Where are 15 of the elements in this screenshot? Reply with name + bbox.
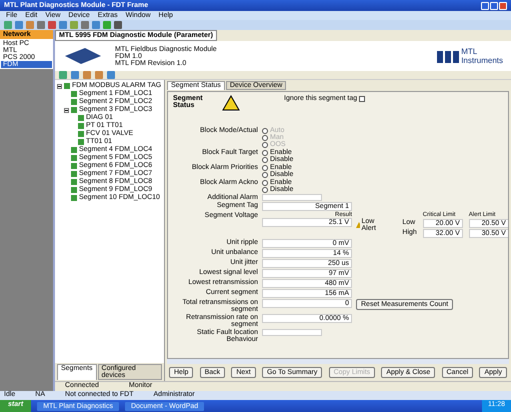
input-field[interactable]	[262, 329, 322, 336]
input-field[interactable]	[262, 194, 322, 201]
brand-text: Instruments	[461, 56, 503, 65]
maximize-icon[interactable]	[490, 2, 498, 10]
checkbox[interactable]	[359, 96, 366, 102]
minus-icon[interactable]	[57, 84, 62, 88]
minus-icon[interactable]	[64, 108, 69, 112]
scrollbar[interactable]	[167, 359, 509, 364]
close-icon[interactable]	[499, 2, 507, 10]
logo-icon	[437, 49, 460, 63]
device-module-icon	[63, 46, 103, 66]
alert-icon	[356, 222, 360, 228]
brand-text: MTL	[461, 47, 478, 56]
minimize-icon[interactable]	[481, 2, 489, 10]
warning-icon	[222, 95, 240, 111]
